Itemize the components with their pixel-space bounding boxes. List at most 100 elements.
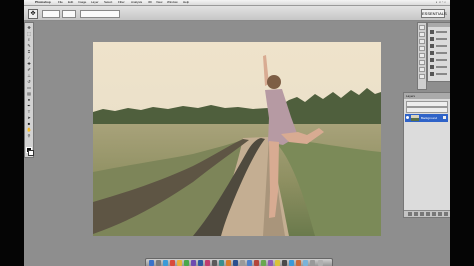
hand-tool-icon[interactable]: ✋ — [26, 127, 32, 132]
new-layer-icon[interactable] — [438, 212, 442, 216]
panel-row[interactable] — [430, 37, 448, 41]
app-icon[interactable] — [163, 260, 168, 266]
workspace-switcher[interactable]: ESSENTIALS — [421, 9, 447, 18]
mask-icon[interactable] — [420, 212, 424, 216]
panel-row[interactable] — [430, 30, 448, 34]
marquee-tool-icon[interactable]: ⬚ — [26, 31, 32, 36]
quick-select-tool-icon[interactable]: ✎ — [26, 43, 32, 48]
finder-icon[interactable] — [149, 260, 154, 266]
move-tool-icon[interactable]: ✥ — [26, 25, 32, 30]
dock-icon[interactable] — [419, 25, 425, 30]
dock-icon[interactable] — [419, 32, 425, 37]
layer-name: Background — [421, 116, 438, 120]
align-buttons-field[interactable] — [80, 10, 120, 18]
gradient-tool-icon[interactable]: ▤ — [26, 91, 32, 96]
app-icon[interactable] — [205, 260, 210, 266]
folder-icon[interactable] — [432, 212, 436, 216]
path-select-tool-icon[interactable]: ➤ — [26, 115, 32, 120]
app-icon[interactable] — [247, 260, 252, 266]
menu-view[interactable]: View — [156, 0, 162, 5]
menu-file[interactable]: File — [58, 0, 63, 5]
photo-image — [93, 42, 381, 236]
app-icon[interactable] — [268, 260, 273, 266]
app-icon[interactable] — [170, 260, 175, 266]
app-icon[interactable] — [240, 260, 245, 266]
app-icon[interactable] — [226, 260, 231, 266]
app-icon[interactable] — [282, 260, 287, 266]
adjustment-icon — [430, 51, 434, 55]
adjustments-panel — [427, 22, 451, 82]
adjustment-icon — [430, 58, 434, 62]
eyedropper-tool-icon[interactable]: ⁄ — [26, 55, 32, 60]
panel-row[interactable] — [430, 72, 448, 76]
dock-icon[interactable] — [419, 53, 425, 58]
auto-select-field[interactable] — [42, 10, 60, 18]
dock-icon[interactable] — [419, 67, 425, 72]
app-icon[interactable] — [156, 260, 161, 266]
trash-dock-icon[interactable] — [318, 260, 323, 266]
layers-tab[interactable]: Layers — [404, 93, 450, 99]
menu-image[interactable]: Image — [78, 0, 86, 5]
shape-tool-icon[interactable]: ■ — [26, 121, 32, 126]
panel-row[interactable] — [430, 44, 448, 48]
dock-icon[interactable] — [419, 60, 425, 65]
lock-controls[interactable] — [406, 107, 448, 113]
background-color-swatch[interactable] — [28, 150, 34, 156]
app-icon[interactable] — [212, 260, 217, 266]
app-icon[interactable] — [310, 260, 315, 266]
app-icon[interactable] — [303, 260, 308, 266]
panel-row[interactable] — [430, 65, 448, 69]
app-icon[interactable] — [261, 260, 266, 266]
dock-icon[interactable] — [419, 39, 425, 44]
link-icon[interactable] — [408, 212, 412, 216]
layers-panel: Layers Background — [403, 92, 451, 218]
zoom-tool-icon[interactable]: ⚲ — [26, 133, 32, 138]
type-tool-icon[interactable]: T — [26, 109, 32, 114]
clone-stamp-tool-icon[interactable]: ⊥ — [26, 73, 32, 78]
panel-row[interactable] — [430, 58, 448, 62]
menu-app-name[interactable]: Photoshop — [35, 0, 51, 5]
app-icon[interactable] — [254, 260, 259, 266]
adjustment-icon — [430, 44, 434, 48]
dock-icon[interactable] — [419, 46, 425, 51]
layer-row-background[interactable]: Background — [405, 114, 448, 122]
history-brush-tool-icon[interactable]: ↺ — [26, 79, 32, 84]
adjustment-icon — [430, 37, 434, 41]
menu-help[interactable]: Help — [183, 0, 189, 5]
menu-analysis[interactable]: Analysis — [131, 0, 142, 5]
adjustment-icon — [430, 72, 434, 76]
app-icon[interactable] — [219, 260, 224, 266]
app-icon[interactable] — [184, 260, 189, 266]
trash-icon[interactable] — [444, 212, 448, 216]
app-icon[interactable] — [275, 260, 280, 266]
transform-controls-field[interactable] — [62, 10, 76, 18]
app-icon[interactable] — [191, 260, 196, 266]
healing-tool-icon[interactable]: ✚ — [26, 61, 32, 66]
menu-filter[interactable]: Filter — [118, 0, 125, 5]
eye-icon[interactable] — [406, 116, 409, 119]
pen-tool-icon[interactable]: ✒ — [26, 103, 32, 108]
app-icon[interactable] — [289, 260, 294, 266]
photoshop-icon[interactable] — [233, 260, 238, 266]
menu-3d[interactable]: 3D — [148, 0, 152, 5]
brush-tool-icon[interactable]: ✐ — [26, 67, 32, 72]
dodge-tool-icon[interactable]: ● — [26, 97, 32, 102]
app-icon[interactable] — [296, 260, 301, 266]
crop-tool-icon[interactable]: ⌗ — [26, 49, 32, 54]
panel-row[interactable] — [430, 51, 448, 55]
lasso-tool-icon[interactable]: ℓ — [26, 37, 32, 42]
eraser-tool-icon[interactable]: ▭ — [26, 85, 32, 90]
document-canvas[interactable] — [93, 42, 381, 236]
menu-edit[interactable]: Edit — [68, 0, 73, 5]
menu-select[interactable]: Select — [104, 0, 112, 5]
dock-icon[interactable] — [419, 74, 425, 79]
move-tool-icon[interactable]: ✥ — [28, 9, 38, 19]
menu-window[interactable]: Window — [167, 0, 178, 5]
app-icon[interactable] — [198, 260, 203, 266]
fx-icon[interactable] — [414, 212, 418, 216]
app-icon[interactable] — [177, 260, 182, 266]
menu-layer[interactable]: Layer — [91, 0, 99, 5]
row-line — [436, 66, 447, 68]
adjustment-layer-icon[interactable] — [426, 212, 430, 216]
row-line — [436, 52, 447, 54]
